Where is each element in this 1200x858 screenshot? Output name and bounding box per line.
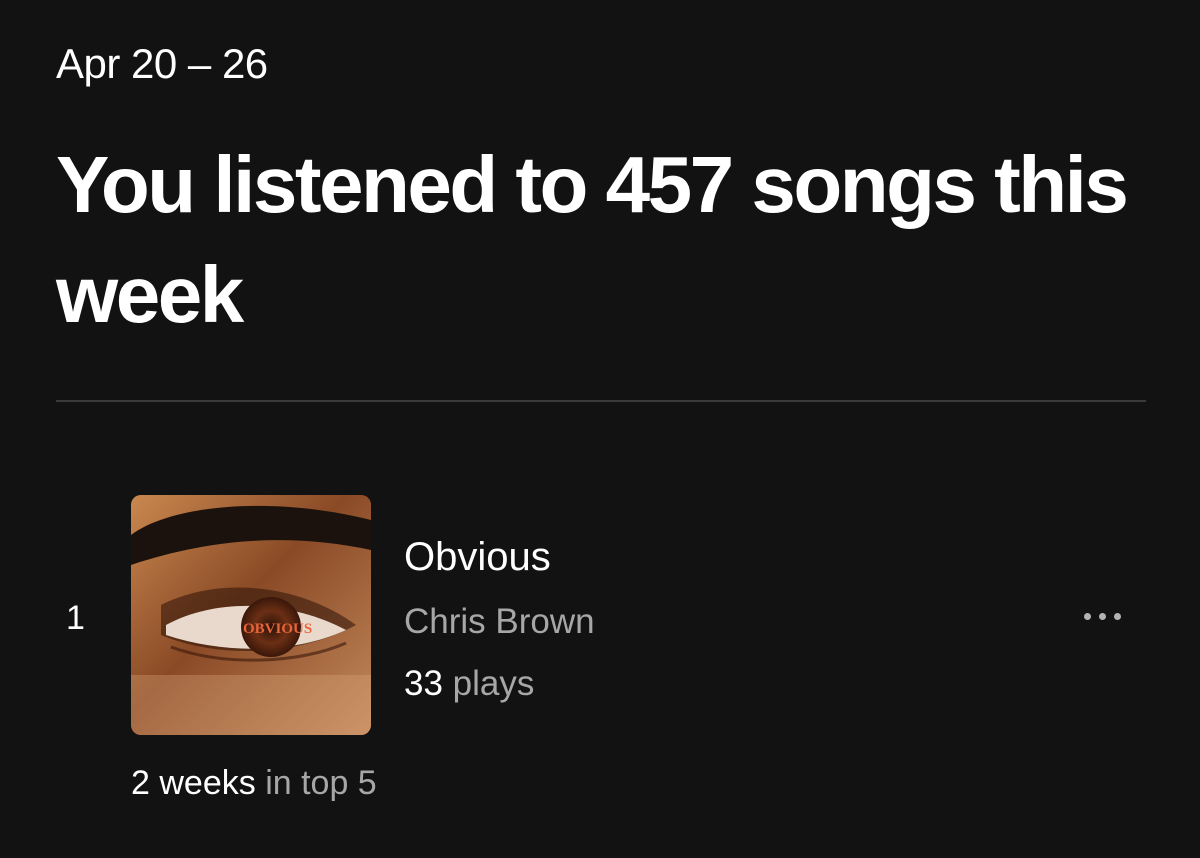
divider bbox=[56, 400, 1146, 402]
plays-label: plays bbox=[452, 664, 535, 703]
plays-count: 33 bbox=[404, 664, 443, 703]
more-horizontal-icon bbox=[1113, 612, 1121, 620]
weeks-in-top-5: 2 weeks in top 5 bbox=[131, 762, 377, 804]
album-cover[interactable]: OBVIOUS bbox=[131, 495, 371, 735]
track-title[interactable]: Obvious bbox=[404, 534, 551, 580]
page-title: You listened to 457 songs this week bbox=[56, 140, 1129, 339]
weeks-label: in top 5 bbox=[265, 764, 377, 802]
more-horizontal-icon bbox=[1083, 612, 1091, 620]
date-range: Apr 20 – 26 bbox=[56, 40, 268, 87]
weeks-count: 2 weeks bbox=[131, 764, 256, 802]
cover-title-text: OBVIOUS bbox=[243, 621, 312, 637]
track-plays: 33 plays bbox=[404, 662, 534, 706]
track-rank: 1 bbox=[66, 599, 85, 637]
more-horizontal-icon bbox=[1098, 612, 1106, 620]
track-artist[interactable]: Chris Brown bbox=[404, 600, 595, 644]
more-options-button[interactable] bbox=[1070, 596, 1134, 636]
